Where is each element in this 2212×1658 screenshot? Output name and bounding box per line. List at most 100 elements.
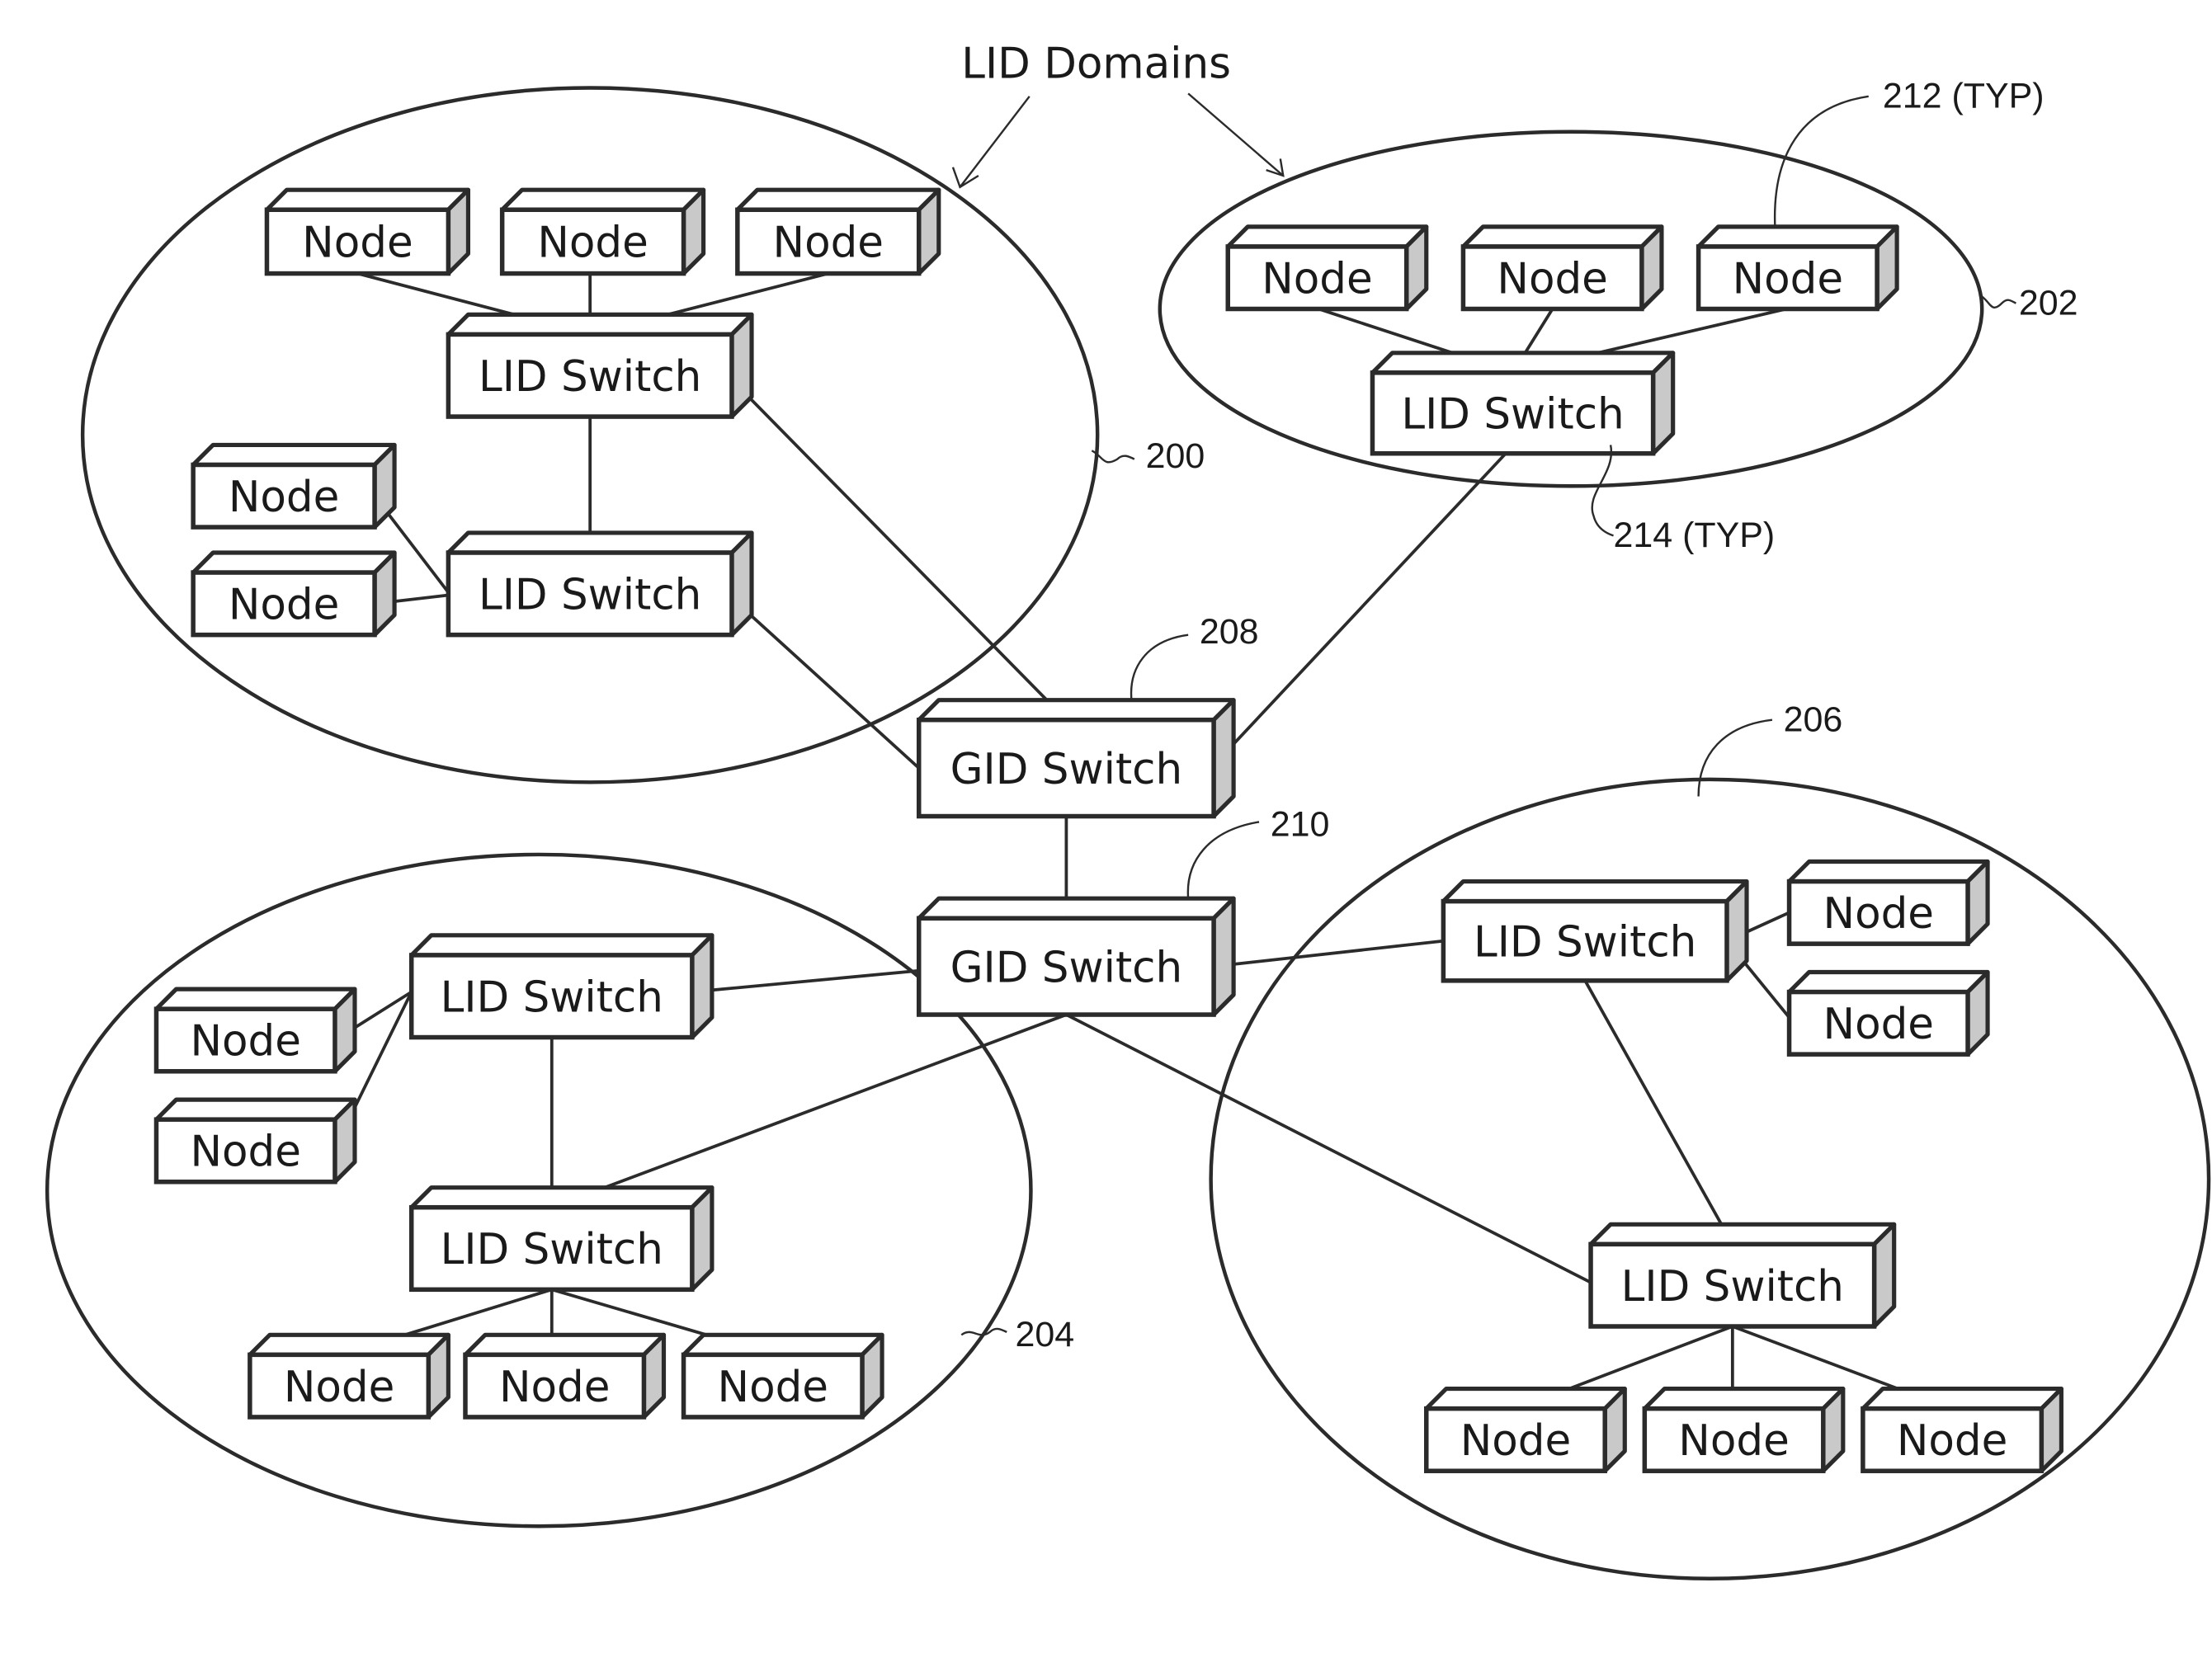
node-label: Node [773,219,884,268]
ref-202-label: 202 [2019,283,2078,323]
node: Node [191,442,397,530]
link [1212,452,1507,766]
box-top-face [1225,224,1429,249]
ref-212-label: 212 (TYP) [1883,77,2045,116]
box-top-face [264,187,470,212]
node-label: Node [302,219,413,268]
node-label: Node [229,581,339,630]
node: Node [499,187,706,276]
box-top-face [409,933,715,958]
link [1065,1013,1592,1284]
box-top-face [917,896,1236,921]
box-side-face [1211,896,1236,1017]
leader-208 [1130,634,1189,700]
lid-switch-label: LID Switch [1474,917,1696,967]
leader-214 [1591,445,1614,537]
gid-switch-210: GID Switch [916,896,1236,1017]
title-arrows [951,92,1285,189]
lid-switch-label: LID Switch [441,1225,663,1274]
node: Node [1642,1387,1846,1473]
box-top-face [681,1332,884,1357]
lid-switch-label: LID Switch [479,352,701,402]
diagram-title: LID Domains [961,39,1231,88]
link [1583,979,1734,1246]
box-top-face [917,698,1236,723]
lid-switch-label: LID Switch [479,571,701,620]
lid-switch: LID Switch [446,530,754,638]
lid-switch: LID Switch [408,1185,715,1293]
box-top-face [1642,1387,1846,1411]
gid-switch-208: GID Switch [916,698,1236,819]
box-side-face [1872,1222,1897,1329]
leader-212 [1773,95,1869,227]
node-label: Node [1678,1416,1789,1466]
box-top-face [1441,878,1749,904]
node: Node [191,550,397,638]
node: Node [1424,1387,1627,1473]
node-label: Node [284,1363,394,1412]
node: Node [1225,224,1429,312]
node-label: Node [229,473,339,522]
node: Node [1786,969,1990,1057]
box-side-face [1211,698,1236,819]
ref-206-label: 206 [1784,699,1843,739]
box-top-face [1696,224,1899,249]
lid-switch: LID Switch [1370,351,1676,456]
box-top-face [1786,969,1990,995]
box-top-face [446,312,754,337]
link [691,968,919,994]
box-side-face [729,530,754,638]
node-label: Node [190,1017,300,1067]
box-side-face [690,1185,715,1292]
node-label: Node [1460,1416,1571,1466]
node: Node [1861,1387,2063,1473]
node-label: Node [1733,254,1843,304]
ref-214-label: 214 (TYP) [1614,516,1776,555]
box-top-face [500,187,706,212]
lid-switch: LID Switch [408,933,715,1040]
node-label: Node [1823,889,1934,939]
lid-domains-diagram: Node Node Node LID Switch Node Node LID Switch… [45,39,2211,1581]
box-top-face [248,1332,450,1357]
box-side-face [1724,878,1749,983]
node-label: Node [1262,254,1372,304]
lid-switch: LID Switch [1441,878,1749,983]
box-side-face [1651,351,1676,456]
node: Node [1460,224,1664,312]
gid-switch-210-label: GID Switch [950,943,1182,992]
box-top-face [1786,859,1990,884]
lid-switch-label: LID Switch [1401,390,1624,440]
node-label: Node [499,1363,610,1412]
box-top-face [153,1097,357,1122]
node-label: Node [537,219,648,268]
box-top-face [1460,224,1664,249]
link [1213,939,1444,968]
leader-210 [1186,821,1260,899]
box-top-face [463,1332,667,1357]
link [730,379,1068,722]
ref-200-label: 200 [1146,436,1205,476]
leader-202 [1979,294,2016,309]
node: Node [1786,859,1990,946]
ref-208-label: 208 [1200,612,1259,652]
node: Node [248,1332,450,1420]
box-top-face [446,530,754,555]
node: Node [463,1332,667,1420]
box-top-face [409,1185,715,1210]
box-top-face [1424,1387,1627,1411]
node: Node [264,187,470,276]
ref-210-label: 210 [1271,805,1330,845]
node-label: Node [190,1128,300,1177]
node: Node [735,187,941,276]
node-label: Node [1897,1416,2007,1466]
node: Node [681,1332,884,1420]
leader-206 [1697,718,1773,797]
lid-switch: LID Switch [1588,1222,1897,1329]
node-label: Node [1497,254,1607,304]
node: Node [153,1097,357,1185]
box-top-face [191,550,397,575]
lid-switch-label: LID Switch [441,973,663,1022]
node: Node [1696,224,1899,312]
node: Node [153,987,357,1074]
lid-switch-label: LID Switch [1621,1262,1844,1312]
